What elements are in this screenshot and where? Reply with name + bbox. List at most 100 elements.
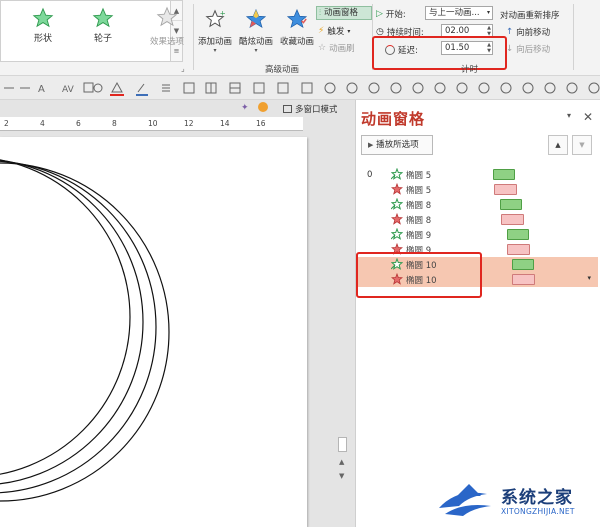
divider	[193, 4, 194, 70]
entrance-effect-icon	[390, 167, 404, 180]
animation-pane-toggle[interactable]: ⫶ 动画窗格	[316, 6, 372, 20]
animation-row[interactable]: 椭圆 5	[357, 167, 598, 182]
scroll-thumb[interactable]	[338, 437, 347, 452]
window-icon	[283, 105, 292, 113]
delay-label: 延迟:	[398, 46, 418, 56]
start-value: 与上一动画...	[429, 8, 480, 18]
animation-pane-label: 动画窗格	[324, 8, 359, 18]
star-icon	[92, 7, 114, 28]
scroll-track[interactable]: ▲ ▼	[339, 455, 349, 515]
timeline-bar[interactable]	[493, 169, 515, 180]
delay-input[interactable]: 01.50 ▲ ▼	[441, 41, 493, 55]
watermark-text: 系统之家	[501, 488, 573, 508]
star-plus-icon: +	[205, 8, 226, 28]
favorite-animation-label: 收藏动画	[279, 37, 314, 47]
start-label: 开始:	[385, 10, 406, 20]
animation-painter-label: 动画刷	[329, 44, 355, 54]
ruler-tick: 4	[40, 119, 45, 128]
watermark: 系统之家 XITONGZHIJIA.NET	[435, 478, 600, 527]
animation-row-label: 椭圆 9	[406, 231, 432, 241]
chevron-down-icon: ▾	[254, 47, 258, 54]
delay-clock-icon	[385, 45, 395, 55]
entrance-effect-icon	[390, 227, 404, 240]
move-later-label: 向后移动	[516, 45, 551, 55]
format-toolbar-icons: A AV	[4, 81, 600, 96]
animation-row[interactable]: 椭圆 8	[357, 197, 598, 212]
advanced-animation-group-label: 高级动画	[265, 65, 300, 75]
chevron-down-icon: ▾	[486, 9, 490, 16]
close-icon[interactable]: ✕	[583, 110, 593, 124]
pin-icon[interactable]: ✦	[241, 103, 249, 113]
timeline-bar[interactable]	[512, 274, 535, 285]
move-earlier-button[interactable]: ↑ 向前移动	[506, 26, 550, 38]
multi-window-label: 多窗口模式	[295, 105, 338, 115]
ellipse-shapes[interactable]	[0, 137, 307, 527]
watermark-logo-icon	[439, 484, 491, 516]
ruler-tick: 14	[220, 119, 230, 128]
ruler-tick: 2	[4, 119, 9, 128]
add-animation-button[interactable]: + 添加动画 ▾	[195, 8, 235, 54]
selection-highlight-box	[356, 252, 482, 298]
cool-animation-button[interactable]: 酷炫动画 ▾	[236, 8, 276, 54]
svg-text:AV: AV	[62, 85, 75, 95]
move-up-button[interactable]: ▲	[548, 135, 568, 155]
effect-options-button[interactable]: 效果选项	[147, 6, 187, 47]
spinner-icon[interactable]: ▲ ▼	[487, 42, 491, 54]
duration-value: 02.00	[445, 26, 470, 36]
horizontal-ruler: 2 4 6 8 10 12 14 16	[0, 117, 303, 131]
trigger-button[interactable]: ⚡ 触发 ▾	[318, 25, 350, 37]
dialog-launcher-icon[interactable]: ⌟	[181, 64, 185, 73]
play-selected-button[interactable]: ▶ 播放所选项	[361, 135, 433, 155]
animation-painter-button[interactable]: ☆ 动画刷	[318, 42, 355, 54]
arrow-down-icon: ↓	[506, 44, 514, 54]
trigger-label: 触发	[327, 27, 345, 37]
start-row: ▷ 开始:	[376, 8, 406, 20]
timeline-bar[interactable]	[501, 214, 524, 225]
move-later-button[interactable]: ↓ 向后移动	[506, 43, 550, 55]
gallery-item-wheel[interactable]: 轮子	[83, 7, 123, 44]
timeline-bar[interactable]	[507, 244, 530, 255]
multi-window-button[interactable]: 多窗口模式	[283, 103, 338, 115]
gallery-item-shape[interactable]: 形状	[23, 7, 63, 44]
gallery-label: 轮子	[93, 34, 112, 44]
move-earlier-label: 向前移动	[516, 28, 551, 38]
animation-pane: 动画窗格 ▾ ✕ ▶ 播放所选项 ▲ ▼ 0 椭圆 5 椭圆 5 椭圆 8 椭圆 8椭…	[355, 100, 600, 527]
timeline-bar[interactable]	[500, 199, 522, 210]
favorite-star-icon	[286, 8, 308, 29]
chevron-down-icon[interactable]: ▾	[587, 274, 591, 282]
divider	[573, 4, 574, 70]
delay-value: 01.50	[445, 43, 470, 53]
ruler-tick: 6	[76, 119, 81, 128]
delay-row: 延迟:	[385, 44, 418, 56]
watermark-url: XITONGZHIJIA.NET	[501, 507, 575, 516]
favorite-animation-button[interactable]: 收藏动画	[277, 8, 317, 47]
timeline-bar[interactable]	[494, 184, 517, 195]
play-triangle-icon: ▷	[376, 9, 383, 19]
ruler-tick: 8	[112, 119, 117, 128]
animation-row-label: 椭圆 5	[406, 186, 432, 196]
animation-row-label: 椭圆 5	[406, 171, 432, 181]
add-animation-label: 添加动画	[197, 37, 232, 47]
animation-row[interactable]: 椭圆 9	[357, 227, 598, 242]
settings-icon[interactable]	[258, 102, 268, 112]
timing-group-label: 计时	[461, 65, 479, 75]
ruler-tick: 10	[148, 119, 158, 128]
gallery-label: 形状	[33, 34, 52, 44]
slide[interactable]	[0, 137, 307, 527]
ruler-tick: 12	[184, 119, 194, 128]
effect-options-label: 效果选项	[149, 37, 184, 47]
reorder-label: 对动画重新排序	[500, 11, 560, 21]
start-select[interactable]: 与上一动画... ▾	[425, 6, 493, 20]
timeline-bar[interactable]	[512, 259, 534, 270]
star-icon	[32, 7, 54, 28]
vertical-scrollbar[interactable]: ▲ ▼	[337, 100, 351, 527]
pane-title: 动画窗格	[361, 110, 426, 128]
animation-row-label: 椭圆 8	[406, 201, 432, 211]
timeline-bar[interactable]	[507, 229, 529, 240]
format-toolbar: A AV	[0, 76, 600, 100]
animation-row[interactable]: 椭圆 5	[357, 182, 598, 197]
animation-row[interactable]: 椭圆 8	[357, 212, 598, 227]
move-down-button[interactable]: ▼	[572, 135, 592, 155]
slide-canvas-area: ✦ 多窗口模式 2 4 6 8 10 12 14 16 ▲ ▼	[0, 100, 355, 527]
pane-menu-icon[interactable]: ▾	[567, 111, 571, 120]
